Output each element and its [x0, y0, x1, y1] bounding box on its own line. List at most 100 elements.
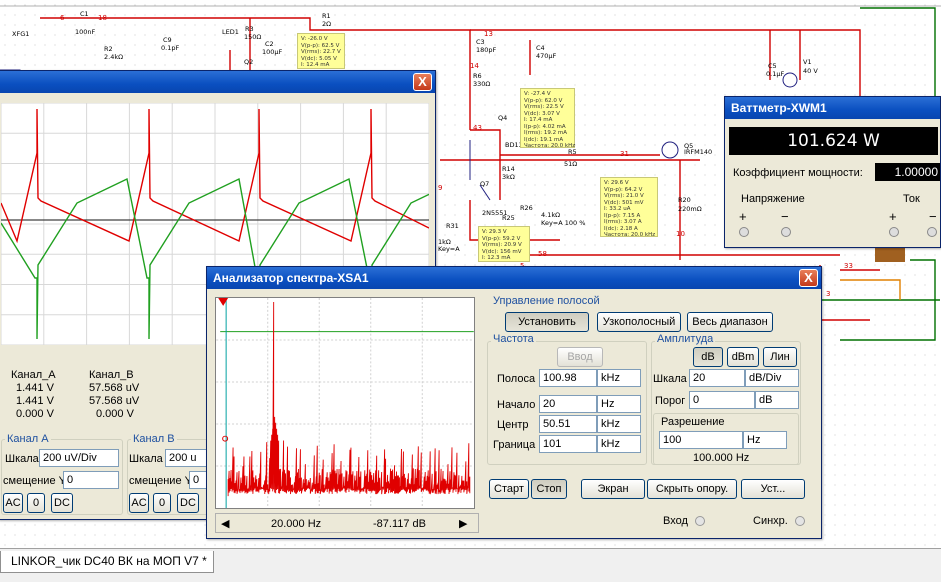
start-unit[interactable]: Hz [597, 395, 641, 413]
cursor-right-arrow[interactable]: ▶ [459, 517, 467, 530]
enter-button[interactable]: Ввод [557, 347, 603, 367]
oscilloscope-titlebar[interactable]: X [0, 71, 435, 93]
spectrum-analyzer-title: Анализатор спектра-XSA1 [213, 271, 369, 285]
terminal-knob[interactable] [739, 227, 749, 237]
terminal-knob[interactable] [889, 227, 899, 237]
voltage-minus-terminal[interactable]: − [781, 209, 789, 224]
start-label: Начало [497, 399, 536, 411]
probe-readout-2: V: -27.4 V V(p-p): 62.0 V V(rms): 22.5 V… [520, 88, 575, 149]
current-minus-terminal[interactable]: − [929, 209, 937, 224]
cursor-left-arrow[interactable]: ◀ [221, 517, 229, 530]
channel-a-offset-label: смещение Y [3, 475, 66, 487]
component-label: 180pF [476, 46, 497, 54]
channel-a-offset-field[interactable]: 0 [63, 471, 119, 489]
component-label: 100nF [75, 28, 96, 36]
component-label: XFG1 [12, 30, 30, 38]
amplitude-group-title: Амплитуда [655, 333, 716, 345]
frequency-group-title: Частота [491, 333, 536, 345]
spectrum-analyzer-window[interactable]: Анализатор спектра-XSA1 X ◀ 20.000 Hz -8… [206, 266, 822, 539]
component-label: R20 [678, 196, 691, 204]
spectrum-display[interactable] [215, 297, 475, 509]
component-label: 3kΩ [502, 173, 515, 181]
net-number: 58 [538, 250, 547, 258]
current-terminal-label: Ток [903, 193, 920, 205]
channel-b-header: Канал_B [89, 369, 134, 381]
wattmeter-window[interactable]: Ваттметр-XWM1 101.624 W Коэффициент мощн… [724, 96, 941, 248]
screen-button[interactable]: Экран [581, 479, 645, 499]
component-label: R14 [502, 165, 515, 173]
amplitude-scale-unit[interactable]: dB/Div [745, 369, 799, 387]
sync-terminal-knob[interactable] [795, 516, 805, 526]
end-label: Граница [493, 439, 536, 451]
component-label: Key=A 100 % [541, 219, 586, 227]
terminal-knob[interactable] [781, 227, 791, 237]
center-unit[interactable]: kHz [597, 415, 641, 433]
amplitude-dbm-button[interactable]: dBm [727, 347, 759, 367]
net-number: 13 [484, 30, 493, 38]
resolution-label: Разрешение [661, 416, 725, 428]
component-label: 150Ω [244, 33, 262, 41]
channel-b-ac-button[interactable]: AC [129, 493, 149, 513]
threshold-unit[interactable]: dB [755, 391, 799, 409]
voltage-terminal-label: Напряжение [741, 193, 805, 205]
narrow-span-button[interactable]: Узкополосный [597, 312, 681, 332]
input-terminal-knob[interactable] [695, 516, 705, 526]
stop-button[interactable]: Стоп [531, 479, 567, 499]
component-label: 220mΩ [678, 205, 702, 213]
reading-a-2: 1.441 V [16, 395, 54, 407]
net-number: 3 [826, 290, 831, 298]
channel-a-scale-label: Шкала [5, 453, 39, 465]
net-number: 43 [473, 124, 482, 132]
component-label: C1 [80, 10, 89, 18]
spectrum-analyzer-titlebar[interactable]: Анализатор спектра-XSA1 X [207, 267, 821, 289]
amplitude-lin-button[interactable]: Лин [763, 347, 797, 367]
amplitude-scale-label: Шкала [653, 373, 687, 385]
component-label: 470µF [536, 52, 557, 60]
component-label: R3 [245, 25, 254, 33]
channel-b-title: Канал B [131, 433, 177, 445]
status-bar: LINKOR_чик DC40 ВК на МОП V7 * [0, 548, 941, 582]
set-span-button[interactable]: Установить [505, 312, 589, 332]
start-field[interactable]: 20 [539, 395, 597, 413]
close-icon[interactable]: X [413, 73, 432, 91]
full-span-button[interactable]: Весь диапазон [687, 312, 773, 332]
threshold-field[interactable]: 0 [689, 391, 755, 409]
voltage-plus-terminal[interactable]: + [739, 209, 747, 224]
center-field[interactable]: 50.51 [539, 415, 597, 433]
span-field[interactable]: 100.98 [539, 369, 597, 387]
component-label: R1 [322, 12, 331, 20]
close-icon[interactable]: X [799, 269, 818, 287]
component-label: C9 [163, 36, 172, 44]
amplitude-db-button[interactable]: dB [693, 347, 723, 367]
setup-button[interactable]: Уст... [741, 479, 805, 499]
current-plus-terminal[interactable]: + [889, 209, 897, 224]
amplitude-scale-field[interactable]: 20 [689, 369, 745, 387]
input-terminal-label: Вход [663, 515, 688, 527]
hide-reference-button[interactable]: Скрыть опору. [647, 479, 737, 499]
channel-b-dc-button[interactable]: DC [177, 493, 199, 513]
channel-a-dc-button[interactable]: DC [51, 493, 73, 513]
component-label: V1 [803, 58, 812, 66]
start-button[interactable]: Старт [489, 479, 529, 499]
end-field[interactable]: 101 [539, 435, 597, 453]
net-number: 14 [470, 62, 479, 70]
end-unit[interactable]: kHz [597, 435, 641, 453]
center-label: Центр [497, 419, 529, 431]
wattmeter-titlebar[interactable]: Ваттметр-XWM1 [725, 97, 940, 119]
probe-readout-3: V: 29.6 V V(p-p): 64.2 V V(rms): 21.0 V … [600, 177, 658, 238]
component-label: R31 [446, 222, 459, 230]
resolution-unit[interactable]: Hz [743, 431, 787, 449]
resolution-readout: 100.000 Hz [693, 452, 750, 464]
terminal-knob[interactable] [927, 227, 937, 237]
document-tab[interactable]: LINKOR_чик DC40 ВК на МОП V7 * [0, 551, 214, 573]
span-unit[interactable]: kHz [597, 369, 641, 387]
resolution-field[interactable]: 100 [659, 431, 743, 449]
channel-b-scale-label: Шкала [129, 453, 163, 465]
channel-a-scale-field[interactable]: 200 uV/Div [39, 449, 119, 467]
channel-a-zero-button[interactable]: 0 [27, 493, 45, 513]
channel-b-zero-button[interactable]: 0 [153, 493, 171, 513]
component-label: R6 [473, 72, 482, 80]
channel-a-ac-button[interactable]: AC [3, 493, 23, 513]
threshold-label: Порог [655, 395, 686, 407]
component-label: Q7 [480, 180, 490, 188]
